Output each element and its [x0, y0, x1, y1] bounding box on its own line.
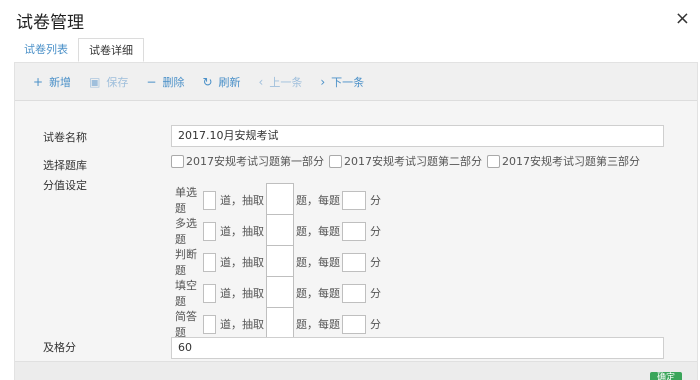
- question-type-label: 填空题: [175, 279, 197, 308]
- ti-text: 题，每题: [296, 318, 340, 331]
- score-row-fill: 填空题 道，抽取 题，每题 分: [175, 276, 381, 310]
- next-button-label: 下一条: [331, 75, 365, 89]
- ti-text: 题，每题: [296, 194, 340, 207]
- per-score-input[interactable]: [342, 190, 366, 210]
- question-type-label: 简答题: [175, 310, 197, 339]
- add-button-label: 新增: [49, 75, 72, 89]
- fen-text: 分: [370, 287, 381, 300]
- delete-button[interactable]: − 删除: [146, 74, 184, 90]
- pick-input[interactable]: [266, 245, 294, 279]
- per-score-input[interactable]: [342, 221, 366, 241]
- pick-input[interactable]: [266, 276, 294, 310]
- bank-option-label: 2017安规考试习题第一部分: [186, 155, 324, 168]
- refresh-icon: ↻: [202, 74, 213, 89]
- score-row-single: 单选题 道，抽取 题，每题 分: [175, 183, 381, 217]
- tab-paper-list[interactable]: 试卷列表: [14, 38, 78, 62]
- question-type-label: 单选题: [175, 186, 197, 215]
- question-type-label: 判断题: [175, 248, 197, 277]
- refresh-button[interactable]: ↻ 刷新: [202, 74, 240, 90]
- tab-bar: 试卷列表 试卷详细: [14, 38, 144, 62]
- checkbox[interactable]: [487, 154, 500, 168]
- prev-button[interactable]: ‹ 上一条: [259, 74, 303, 90]
- paper-name-label: 试卷名称: [43, 131, 87, 144]
- count-input[interactable]: [203, 190, 216, 210]
- checkbox[interactable]: [171, 154, 184, 168]
- count-input[interactable]: [203, 252, 216, 272]
- ti-text: 题，每题: [296, 256, 340, 269]
- footer-bar: [15, 361, 697, 380]
- prev-button-label: 上一条: [269, 75, 303, 89]
- pick-input[interactable]: [266, 214, 294, 248]
- close-icon[interactable]: ×: [675, 10, 690, 28]
- bank-option-label: 2017安规考试习题第二部分: [344, 155, 482, 168]
- refresh-button-label: 刷新: [218, 75, 241, 89]
- count-input[interactable]: [203, 221, 216, 241]
- score-row-short-answer: 简答题 道，抽取 题，每题 分: [175, 307, 381, 341]
- pass-score-input[interactable]: 60: [171, 337, 664, 359]
- bank-option[interactable]: 2017安规考试习题第三部分: [487, 153, 640, 169]
- ti-text: 题，每题: [296, 287, 340, 300]
- score-row-judge: 判断题 道，抽取 题，每题 分: [175, 245, 381, 279]
- question-type-label: 多选题: [175, 217, 197, 246]
- per-score-input[interactable]: [342, 283, 366, 303]
- delete-button-label: 删除: [162, 75, 185, 89]
- per-score-input[interactable]: [342, 252, 366, 272]
- score-row-multiple: 多选题 道，抽取 题，每题 分: [175, 214, 381, 248]
- plus-icon: +: [33, 74, 44, 89]
- toolbar: + 新增 ▣ 保存 − 删除 ↻ 刷新 ‹ 上一条 › 下一条: [15, 63, 697, 101]
- fen-text: 分: [370, 194, 381, 207]
- count-input[interactable]: [203, 314, 216, 334]
- save-icon: ▣: [89, 74, 101, 89]
- pick-input[interactable]: [266, 307, 294, 341]
- add-button[interactable]: + 新增: [33, 74, 71, 90]
- checkbox[interactable]: [329, 154, 342, 168]
- ti-text: 题，每题: [296, 225, 340, 238]
- question-bank-options: 2017安规考试习题第一部分 2017安规考试习题第二部分 2017安规考试习题…: [171, 153, 645, 169]
- dao-text: 道，抽取: [220, 194, 264, 207]
- count-input[interactable]: [203, 283, 216, 303]
- tab-paper-detail[interactable]: 试卷详细: [78, 38, 144, 62]
- pick-input[interactable]: [266, 183, 294, 217]
- dao-text: 道，抽取: [220, 287, 264, 300]
- dao-text: 道，抽取: [220, 256, 264, 269]
- minus-icon: −: [146, 74, 157, 89]
- detail-panel: + 新增 ▣ 保存 − 删除 ↻ 刷新 ‹ 上一条 › 下一条 试卷名称 201…: [14, 62, 698, 380]
- fen-text: 分: [370, 318, 381, 331]
- dialog-title: 试卷管理: [16, 13, 84, 33]
- bank-option[interactable]: 2017安规考试习题第一部分: [171, 153, 324, 169]
- per-score-input[interactable]: [342, 314, 366, 334]
- score-setting-label: 分值设定: [43, 179, 87, 192]
- save-button[interactable]: ▣ 保存: [89, 74, 128, 90]
- next-button[interactable]: › 下一条: [320, 74, 364, 90]
- chevron-left-icon: ‹: [258, 74, 264, 89]
- dao-text: 道，抽取: [220, 318, 264, 331]
- fen-text: 分: [370, 225, 381, 238]
- bank-option-label: 2017安规考试习题第三部分: [502, 155, 640, 168]
- bank-option[interactable]: 2017安规考试习题第二部分: [329, 153, 482, 169]
- confirm-button[interactable]: 确定: [650, 372, 682, 380]
- chevron-right-icon: ›: [320, 74, 326, 89]
- fen-text: 分: [370, 256, 381, 269]
- paper-name-input[interactable]: 2017.10月安规考试: [171, 125, 664, 147]
- pass-score-label: 及格分: [43, 341, 76, 354]
- save-button-label: 保存: [106, 75, 129, 89]
- question-bank-label: 选择题库: [43, 159, 87, 172]
- dao-text: 道，抽取: [220, 225, 264, 238]
